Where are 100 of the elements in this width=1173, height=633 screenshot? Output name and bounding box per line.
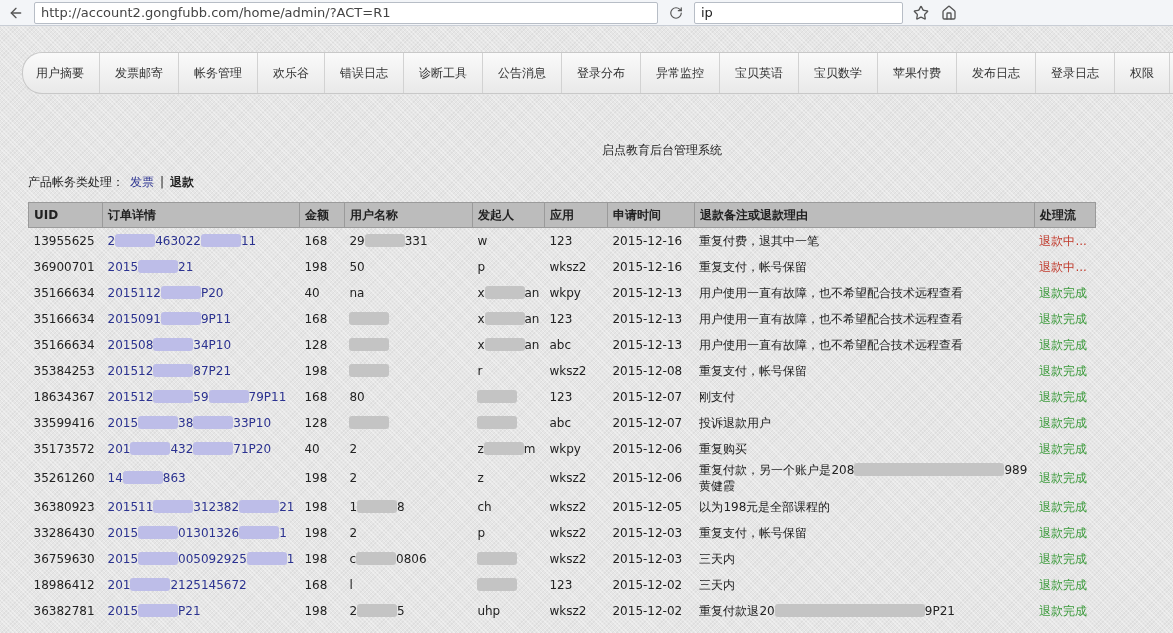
nav-tab[interactable]: 发票邮寄 <box>100 53 179 93</box>
nav-tab[interactable]: 帐务管理 <box>179 53 258 93</box>
order-link[interactable]: 38 <box>178 416 194 430</box>
nav-tab[interactable]: 用户摘要 <box>23 53 100 93</box>
amount-cell-text: 168 <box>303 389 329 406</box>
nav-tab[interactable]: 登录日志 <box>1036 53 1115 93</box>
order-link[interactable]: 2015 <box>107 552 139 566</box>
amount-cell-text: 198 <box>303 363 329 380</box>
order-link[interactable]: 201512 <box>107 364 154 378</box>
order-link[interactable]: 2125145672 <box>170 578 247 592</box>
cell-text: r <box>477 364 483 378</box>
order-link[interactable]: 863 <box>162 471 186 485</box>
app-cell-text: 123 <box>548 577 574 594</box>
app-cell-text: abc <box>548 337 573 354</box>
order-link[interactable]: 2015 <box>107 416 139 430</box>
order-link[interactable]: 201 <box>107 442 131 456</box>
order-link[interactable]: 2015091 <box>107 312 161 326</box>
date-cell: 2015-12-16 <box>607 227 695 254</box>
status-cell-text: 退款完成 <box>1038 525 1089 542</box>
nav-tab[interactable]: 诊断工具 <box>404 53 483 93</box>
separator: | <box>160 174 165 190</box>
nav-tab[interactable]: 欢乐谷 <box>258 53 325 93</box>
app-cell-text: 123 <box>548 311 574 328</box>
order-link[interactable]: 312382 <box>193 500 240 514</box>
order-link[interactable]: 1 <box>279 526 287 540</box>
order-link[interactable]: 33P10 <box>233 416 272 430</box>
order-link[interactable]: 1 <box>286 552 295 566</box>
order-link[interactable]: 201512 <box>107 390 154 404</box>
search-field[interactable]: ip <box>694 1 903 24</box>
nav-tab[interactable]: 宝贝数学 <box>799 53 878 93</box>
order-link[interactable]: 14 <box>107 471 123 485</box>
invoice-link[interactable]: 发票 <box>130 174 154 190</box>
order-link[interactable]: 2015 <box>107 526 139 540</box>
status-cell-text: 退款完成 <box>1038 311 1089 328</box>
order-link[interactable]: 2015 <box>107 260 139 274</box>
nav-tab[interactable]: 登录分布 <box>562 53 641 93</box>
order-link[interactable]: 34P10 <box>193 338 232 352</box>
status-cell-text: 退款完成 <box>1038 363 1089 380</box>
order-link[interactable]: 21 <box>178 260 194 274</box>
amount-cell-text: 198 <box>303 603 329 620</box>
order-link[interactable]: 005092925 <box>178 552 247 566</box>
date-cell-text: 2015-12-16 <box>611 259 684 276</box>
reason-text: 三天内 <box>699 578 736 592</box>
order-link[interactable]: 9P11 <box>200 312 232 326</box>
reason-text: 重复购买 <box>699 442 748 456</box>
order-link[interactable]: 59 <box>193 390 209 404</box>
app-cell-text: wksz2 <box>548 525 588 542</box>
cell-text: 2 <box>349 604 358 618</box>
uid-cell: 13955625 <box>28 227 103 254</box>
amount-cell-text: 40 <box>303 441 321 458</box>
order-link[interactable]: 87P21 <box>193 364 232 378</box>
order-link[interactable]: P21 <box>178 604 201 618</box>
order-link[interactable]: 21 <box>279 500 295 514</box>
reason-text: 重复支付，帐号保留 <box>699 364 808 378</box>
order-link[interactable]: 201 <box>107 578 131 592</box>
uid-cell-text: 18634367 <box>32 389 96 406</box>
nav-tab[interactable]: 苹果付费 <box>878 53 957 93</box>
amount-cell-text: 198 <box>303 551 329 568</box>
nav-tab[interactable]: 错误日志 <box>325 53 404 93</box>
order-link[interactable]: 01301326 <box>178 526 240 540</box>
column-header: 发起人 <box>472 202 545 228</box>
status-cell-text: 退款完成 <box>1038 577 1089 594</box>
uid-cell-text: 33599416 <box>32 415 96 432</box>
column-header: 用户名称 <box>344 202 473 228</box>
order-link[interactable]: 463022 <box>155 234 201 248</box>
order-link[interactable]: 201511 <box>107 500 154 514</box>
app-cell-text: wksz2 <box>548 603 588 620</box>
cell-text: uhp <box>477 604 501 618</box>
order-link[interactable]: 432 <box>170 442 194 456</box>
reason-text: 重复付款，另一个账户是208 <box>699 463 855 477</box>
order-link[interactable]: 201508 <box>107 338 154 352</box>
uid-cell-text: 35173572 <box>32 441 96 458</box>
order-link[interactable]: 71P20 <box>233 442 272 456</box>
url-field[interactable]: http://account2.gongfubb.com/home/admin/?ACT=R1 <box>34 1 658 24</box>
nav-tab[interactable]: 权限 <box>1115 53 1170 93</box>
reason-text: 用户使用一直有故障，也不希望配合技术远程查看 <box>699 312 964 326</box>
amount-cell: 168 <box>299 227 345 254</box>
uid-cell-text: 36382781 <box>32 603 96 620</box>
app-cell-text: wkpy <box>548 285 582 302</box>
order-link[interactable]: 2015 <box>107 604 139 618</box>
amount-cell-text: 40 <box>303 285 321 302</box>
order-link[interactable]: 79P11 <box>248 390 287 404</box>
cell-text: 2 <box>349 471 358 485</box>
nav-tab[interactable]: 宝贝英语 <box>720 53 799 93</box>
cell-text: 8 <box>397 500 405 514</box>
amount-cell-text: 198 <box>303 525 329 542</box>
order-link[interactable]: P20 <box>200 286 224 300</box>
order-link[interactable]: 11 <box>240 234 257 248</box>
reason-text: 重复支付，帐号保留 <box>699 526 808 540</box>
nav-tab[interactable]: 发布日志 <box>957 53 1036 93</box>
amount-cell-text: 128 <box>303 337 329 354</box>
date-cell-text: 2015-12-03 <box>611 551 684 568</box>
nav-tab[interactable]: 公告消息 <box>483 53 562 93</box>
nav-tab[interactable]: 异常监控 <box>641 53 720 93</box>
status-cell-text: 退款完成 <box>1038 551 1089 568</box>
order-link[interactable]: 2015112 <box>107 286 161 300</box>
cell-text: 2 <box>349 442 358 456</box>
cell-text: z <box>477 471 484 485</box>
uid-cell-text: 36380923 <box>32 499 96 516</box>
order-link[interactable]: 2 <box>107 234 116 248</box>
